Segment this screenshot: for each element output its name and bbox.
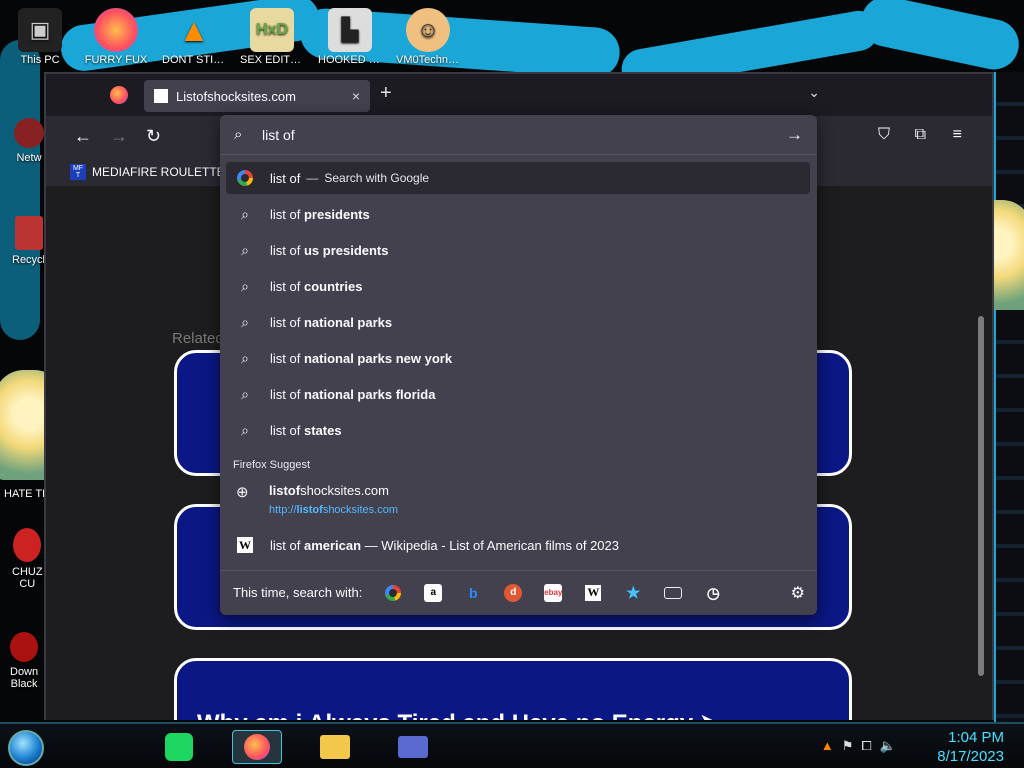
app-tray-icon[interactable]: ▲	[821, 738, 842, 753]
mediafire-icon: MF T	[70, 164, 86, 180]
suggestion-row[interactable]: ⌕ list of states	[226, 414, 810, 446]
recycle-bin-icon	[14, 216, 43, 250]
one-off-label: This time, search with:	[233, 585, 363, 600]
ebay-engine-icon[interactable]: ebay	[544, 583, 562, 602]
search-icon: ⌕	[234, 126, 243, 143]
desktop-icon-this-pc[interactable]: ▣ This PC	[8, 8, 72, 66]
suggestion-row-wikipedia[interactable]: W list of american — Wikipedia - List of…	[226, 529, 810, 561]
volume-icon[interactable]: 🔈	[880, 738, 904, 753]
firefox-icon	[94, 8, 138, 52]
suggestion-row-site[interactable]: ⊕ listofshocksites.com http://listofshoc…	[226, 479, 810, 521]
search-icon: ⌕	[241, 385, 249, 402]
hxd-icon: HxD	[250, 8, 294, 52]
tab-listofshocksites[interactable]: Listofshocksites.com ×	[144, 80, 370, 112]
desktop-icon-dont-stick[interactable]: ▲ DONT STICK	[162, 8, 226, 67]
firefox-suggest-heading: Firefox Suggest	[233, 459, 311, 471]
computer-icon: ▣	[18, 8, 62, 52]
network-icon	[14, 118, 44, 148]
suggestion-row[interactable]: ⌕ list of us presidents	[226, 234, 810, 266]
search-icon: ⌕	[241, 205, 249, 222]
suggestion-row[interactable]: ⌕ list of national parks florida	[226, 378, 810, 410]
search-icon: ⌕	[241, 277, 249, 294]
desktop-icon-vm0[interactable]: ☺ VM0Technic...	[396, 8, 460, 66]
search-icon: ⌕	[241, 241, 249, 258]
extensions-icon[interactable]: ⧉	[915, 126, 926, 144]
card-title: Why am i Always Tired and Have no Energy…	[197, 709, 720, 720]
download-icon	[10, 632, 39, 662]
window-icon	[398, 736, 428, 758]
suggestion-row[interactable]: ⌕ list of presidents	[226, 198, 810, 230]
desktop-icon-chuz[interactable]: CHUZ CU	[12, 528, 43, 590]
wikipedia-engine-icon[interactable]: W	[584, 584, 602, 602]
close-tab-icon[interactable]: ×	[352, 88, 360, 104]
pocket-icon[interactable]: ⛉	[878, 126, 890, 144]
desktop-icon-network[interactable]: Netw	[14, 118, 44, 164]
firefox-view-icon[interactable]	[110, 86, 128, 104]
taskbar-firefox[interactable]	[232, 730, 282, 764]
taskbar-clock[interactable]: 1:04 PM 8/17/2023	[937, 728, 1004, 766]
folder-icon	[320, 735, 350, 759]
desktop-icon-download[interactable]: Down Black	[10, 632, 38, 690]
related-card-3[interactable]: Why am i Always Tired and Have no Energy…	[174, 658, 852, 720]
urlbar-query[interactable]: list of	[262, 127, 295, 143]
spotify-icon	[165, 733, 193, 761]
google-icon	[236, 169, 254, 187]
tabs-icon[interactable]	[664, 586, 683, 599]
system-tray[interactable]: ▲⚑⧠🔈	[821, 738, 904, 754]
bookmarks-star-icon[interactable]: ★	[624, 584, 642, 602]
taskbar-app[interactable]	[388, 730, 438, 764]
one-off-search-bar: This time, search with: a b d ebay W ★ ◷…	[220, 570, 817, 614]
taskbar: ▲⚑⧠🔈 1:04 PM 8/17/2023	[0, 722, 1024, 768]
maze-icon: ▙	[328, 8, 372, 52]
duckduckgo-engine-icon[interactable]: d	[504, 583, 523, 602]
forward-button[interactable]: →	[110, 126, 128, 147]
red-character-icon	[13, 528, 42, 562]
desktop-icon-sex-editor[interactable]: HxD SEX EDITOR	[240, 8, 304, 66]
urlbar-input[interactable]: ⌕ list of →	[220, 115, 817, 155]
desktop-icon-hooked-on[interactable]: ▙ HOOKED ON	[318, 8, 382, 66]
reload-button[interactable]: ↻	[146, 126, 161, 147]
page-scrollbar[interactable]	[978, 316, 984, 676]
search-icon: ⌕	[241, 421, 249, 438]
doctor-icon: ☺	[406, 8, 450, 52]
new-tab-button[interactable]: +	[380, 82, 392, 105]
page-favicon-icon	[154, 89, 168, 103]
bookmark-mediafire-rouletter[interactable]: MEDIAFIRE ROULETTER	[92, 165, 233, 179]
google-engine-icon[interactable]	[384, 584, 402, 602]
history-clock-icon[interactable]: ◷	[704, 584, 722, 602]
suggestion-row[interactable]: ⌕ list of national parks new york	[226, 342, 810, 374]
list-all-tabs-button[interactable]: ⌄	[808, 84, 820, 101]
vlc-cone-icon: ▲	[178, 11, 210, 48]
start-button[interactable]	[8, 730, 44, 766]
firefox-icon	[244, 734, 270, 760]
right-tech-frame	[994, 72, 1024, 722]
urlbar-dropdown: ⌕ list of → list of — Search with Google…	[220, 115, 817, 615]
suggestion-row[interactable]: ⌕ list of national parks	[226, 306, 810, 338]
network-tray-icon[interactable]: ⧠	[861, 738, 879, 753]
suggestion-row-search-google[interactable]: list of — Search with Google	[226, 162, 810, 194]
taskbar-spotify[interactable]	[154, 730, 204, 764]
suggestion-row[interactable]: ⌕ list of countries	[226, 270, 810, 302]
search-icon: ⌕	[241, 313, 249, 330]
desktop-icon-recycle-bin[interactable]: Recycl	[12, 216, 45, 266]
desktop-icon-furry-fux[interactable]: FURRY FUX	[84, 8, 148, 66]
go-arrow-icon[interactable]: →	[786, 125, 803, 145]
related-heading: Related	[172, 330, 224, 347]
flag-icon[interactable]: ⚑	[842, 738, 862, 753]
globe-icon: ⊕	[236, 484, 249, 501]
tab-bar: Listofshocksites.com × + ⌄	[46, 74, 992, 116]
back-button[interactable]: ←	[74, 126, 92, 147]
taskbar-file-explorer[interactable]	[310, 730, 360, 764]
amazon-engine-icon[interactable]: a	[424, 583, 443, 602]
search-icon: ⌕	[241, 349, 249, 366]
menu-icon[interactable]: ≡	[953, 126, 962, 144]
bing-engine-icon[interactable]: b	[464, 584, 482, 602]
wikipedia-icon: W	[237, 537, 253, 553]
search-settings-gear-icon[interactable]: ⚙	[791, 583, 805, 603]
